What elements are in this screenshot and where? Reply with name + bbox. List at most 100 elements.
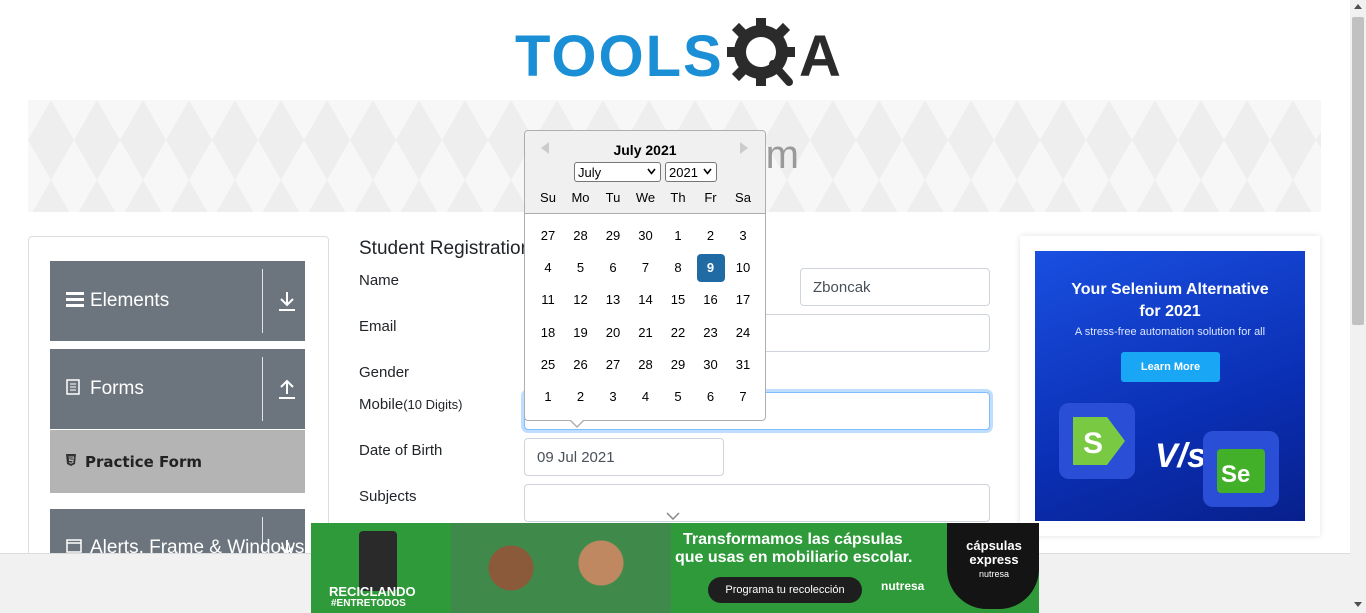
calendar-day[interactable]: 26: [567, 351, 595, 379]
chevron-down-icon: [703, 168, 712, 175]
calendar-day[interactable]: 11: [534, 286, 562, 314]
ad-headline-line2: que usas en mobiliario escolar.: [675, 549, 913, 566]
dob-label: Date of Birth: [359, 442, 443, 459]
calendar-day[interactable]: 5: [567, 254, 595, 282]
calendar-day[interactable]: 17: [729, 286, 757, 314]
calendar-day[interactable]: 29: [599, 222, 627, 250]
coffee-machine-image: [359, 531, 397, 591]
calendar-day[interactable]: 7: [632, 254, 660, 282]
divider: [262, 269, 263, 333]
ad-cta-button[interactable]: Programa tu recolección: [708, 577, 862, 603]
logo-text: TOOLS: [515, 24, 724, 89]
sidebar-item-practice-form[interactable]: Practice Form: [50, 430, 305, 493]
chevron-down-icon: [647, 168, 656, 175]
calendar-day[interactable]: 2: [567, 383, 595, 411]
sidebar-group-label: Elements: [90, 290, 170, 311]
calendar-day[interactable]: 27: [599, 351, 627, 379]
calendar-day[interactable]: 15: [664, 286, 692, 314]
calendar-day[interactable]: 28: [567, 222, 595, 250]
chevron-down-icon: [666, 512, 680, 520]
calendar-day[interactable]: 4: [534, 254, 562, 282]
next-month-button[interactable]: [740, 142, 748, 154]
calendar-day[interactable]: 30: [697, 351, 725, 379]
scrollbar-thumb[interactable]: [1352, 17, 1364, 325]
calendar-day[interactable]: 3: [599, 383, 627, 411]
nutresa-logo: nutresa: [881, 579, 925, 593]
last-name-input[interactable]: Zboncak: [800, 268, 990, 306]
calendar-day[interactable]: 1: [664, 222, 692, 250]
divider: [262, 357, 263, 421]
bars-icon: [66, 291, 86, 312]
mobile-label: Mobile(10 Digits): [359, 396, 462, 413]
calendar-day[interactable]: 2: [697, 222, 725, 250]
download-icon[interactable]: [276, 289, 298, 313]
selenium-logo: Se: [1203, 431, 1279, 507]
calendar-day[interactable]: 21: [632, 319, 660, 347]
calendar-day[interactable]: 16: [697, 286, 725, 314]
subjects-input[interactable]: [524, 484, 990, 522]
calendar-day[interactable]: 30: [632, 222, 660, 250]
ad-title: Your Selenium Alternative for 2021: [1035, 279, 1305, 323]
right-ad[interactable]: Your Selenium Alternative for 2021 A str…: [1035, 251, 1305, 521]
ad-title-line2: for 2021: [1139, 303, 1201, 320]
mobile-label-text: Mobile: [359, 396, 404, 413]
calendar-day[interactable]: 31: [729, 351, 757, 379]
sidebar-group-forms[interactable]: Forms: [50, 349, 305, 429]
gender-label: Gender: [359, 364, 410, 381]
calendar-day[interactable]: 6: [599, 254, 627, 282]
calendar-day[interactable]: 8: [664, 254, 692, 282]
calendar-day[interactable]: 5: [664, 383, 692, 411]
calendar-day[interactable]: 4: [632, 383, 660, 411]
calendar-day[interactable]: 28: [632, 351, 660, 379]
day-name: Th: [670, 190, 686, 205]
bottom-ad[interactable]: RECICLANDO #ENTRETODOS Transformamos las…: [311, 523, 1039, 613]
last-name-value: Zboncak: [813, 278, 871, 296]
calendar-day[interactable]: 6: [697, 383, 725, 411]
day-name: Su: [540, 190, 556, 205]
calendar-day[interactable]: 24: [729, 319, 757, 347]
calendar-day[interactable]: 22: [664, 319, 692, 347]
month-select[interactable]: July: [574, 162, 661, 182]
gear-magnifier-icon: [727, 18, 795, 86]
calendar-day[interactable]: 19: [567, 319, 595, 347]
calendar-day[interactable]: 27: [534, 222, 562, 250]
calendar-day[interactable]: 10: [729, 254, 757, 282]
mobile-hint: (10 Digits): [403, 397, 463, 412]
month-select-value: July: [578, 164, 602, 180]
calendar-day[interactable]: 14: [632, 286, 660, 314]
ad-headline-line1: Transformamos las cápsulas: [683, 531, 903, 548]
day-name: Sa: [735, 190, 751, 205]
upload-icon[interactable]: [276, 377, 298, 401]
ad-left-line1: RECICLANDO: [329, 584, 416, 599]
toolsqa-logo[interactable]: TOOLS A: [515, 14, 841, 94]
datepicker-current-month: July 2021: [613, 142, 677, 158]
calendar-day[interactable]: 23: [697, 319, 725, 347]
sidebar-group-label: Forms: [90, 378, 144, 399]
badge-line2: nutresa: [978, 569, 1010, 579]
ad-left-line2: #ENTRETODOS: [331, 598, 406, 609]
year-select[interactable]: 2021: [665, 162, 717, 182]
calendar-day[interactable]: 7: [729, 383, 757, 411]
versus-text: V/s: [1155, 437, 1207, 475]
day-name: Fr: [704, 190, 717, 205]
dob-input[interactable]: 09 Jul 2021: [524, 438, 724, 476]
calendar-day[interactable]: 18: [534, 319, 562, 347]
calendar-day[interactable]: 12: [567, 286, 595, 314]
calendar-day[interactable]: 25: [534, 351, 562, 379]
calendar-day[interactable]: 13: [599, 286, 627, 314]
sidebar-group-elements[interactable]: Elements: [50, 261, 305, 341]
calendar-day[interactable]: 29: [664, 351, 692, 379]
year-select-value: 2021: [669, 164, 698, 180]
ad-title-line1: Your Selenium Alternative: [1071, 281, 1269, 298]
calendar-day[interactable]: 20: [599, 319, 627, 347]
datepicker-header: July 2021 July 2021 Su Mo Tu We Th Fr Sa: [525, 131, 765, 214]
calendar-day[interactable]: 3: [729, 222, 757, 250]
calendar-day[interactable]: 1: [534, 383, 562, 411]
sidebar-item-label: Practice Form: [85, 452, 202, 471]
sidebar: Elements Forms Practice Form Alerts, Fra…: [28, 236, 329, 566]
scroll-down-arrow-icon[interactable]: [1354, 602, 1362, 607]
calendar-day-selected[interactable]: 9: [696, 254, 725, 283]
scroll-up-arrow-icon[interactable]: [1354, 4, 1362, 9]
learn-more-button[interactable]: Learn More: [1121, 352, 1220, 382]
page: TOOLS A Practice Form Elemen: [0, 0, 1366, 613]
